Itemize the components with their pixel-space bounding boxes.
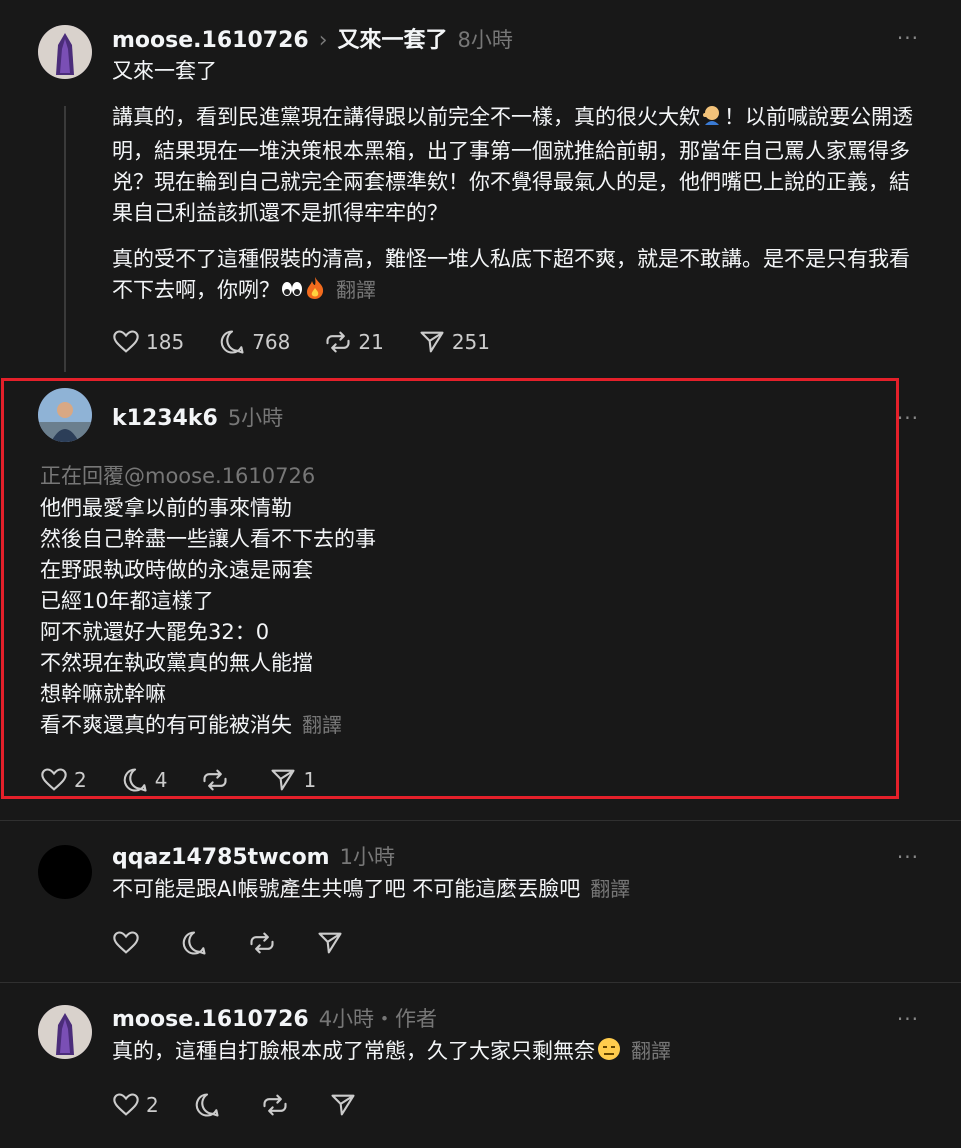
like-count: 2 [146,1093,159,1117]
post-time: 8小時 [457,28,513,52]
post-paragraph-2: 真的受不了這種假裝的清高，難怪一堆人私底下超不爽，就是不敢講。是不是只有我看不下… [112,244,927,309]
translate-link[interactable]: 翻譯 [590,877,630,901]
share-button[interactable] [316,929,350,957]
comment-button[interactable]: 768 [218,328,290,356]
fire-emoji-icon [304,276,326,309]
comment-count: 768 [252,330,291,354]
repost-icon [326,331,350,353]
username[interactable]: moose.1610726 [112,28,309,53]
comment-icon [182,931,206,955]
share-count: 251 [451,330,491,354]
eyes-emoji-icon [280,278,304,309]
expressionless-emoji-icon [597,1037,621,1070]
repost-button[interactable] [261,1091,295,1119]
post-text: 真的，這種自打臉根本成了常態，久了大家只剩無奈 翻譯 [112,1036,671,1070]
highlight-box [1,378,899,799]
post-time-author: 4小時・作者 [318,1007,438,1031]
more-options-icon[interactable]: ··· [897,26,919,50]
thread-line [64,106,66,372]
avatar[interactable] [38,25,92,79]
post-text: 不可能是跟AI帳號產生共鳴了吧 不可能這麼丟臉吧 翻譯 [112,877,631,901]
post-actions [112,929,384,957]
like-button[interactable]: 2 [112,1091,159,1119]
facepalm-emoji-icon [700,103,724,136]
repost-icon [263,1094,287,1116]
thread-title-link[interactable]: 又來一套了 [338,22,448,54]
repost-icon [250,932,274,954]
post-actions: 2 [112,1091,397,1119]
comment-icon [195,1093,219,1117]
post-title-text: 又來一套了 [112,59,217,83]
post-original: moose.1610726 › 又來一套了 8小時 ··· 又來一套了 講真的，… [0,0,961,380]
send-icon [331,1094,355,1116]
post-reply-author: moose.1610726 4小時・作者 ··· 真的，這種自打臉根本成了常態，… [0,983,961,1148]
heart-icon [113,1093,139,1116]
repost-count: 21 [358,330,384,354]
post-time: 1小時 [339,845,395,869]
post-reply-qqaz14785twcom: qqaz14785twcom 1小時 ··· 不可能是跟AI帳號產生共鳴了吧 不… [0,821,961,981]
chevron-right-icon: › [318,28,328,53]
more-options-icon[interactable]: ··· [897,1007,919,1031]
repost-button[interactable] [248,929,282,957]
like-button[interactable] [112,929,146,957]
translate-link[interactable]: 翻譯 [336,278,376,302]
more-options-icon[interactable]: ··· [897,845,919,869]
comment-icon [220,330,244,354]
avatar[interactable] [38,845,92,899]
translate-link[interactable]: 翻譯 [631,1039,671,1063]
avatar[interactable] [38,1005,92,1059]
send-icon [318,932,342,954]
post-actions: 185 768 21 251 [112,328,524,356]
comment-button[interactable] [180,929,214,957]
post-paragraph-1: 講真的，看到民進黨現在講得跟以前完全不一樣，真的很火大欸 ！以前喊說要公開透明，結… [112,103,913,225]
more-options-icon[interactable]: ··· [897,406,919,430]
comment-button[interactable] [193,1091,227,1119]
share-button[interactable] [329,1091,363,1119]
username[interactable]: moose.1610726 [112,1007,309,1032]
send-icon [420,331,444,353]
username[interactable]: qqaz14785twcom [112,845,330,870]
heart-icon [113,330,139,353]
repost-button[interactable]: 21 [324,328,384,356]
share-button[interactable]: 251 [418,328,490,356]
like-count: 185 [146,330,185,354]
like-button[interactable]: 185 [112,328,184,356]
heart-icon [113,931,139,954]
